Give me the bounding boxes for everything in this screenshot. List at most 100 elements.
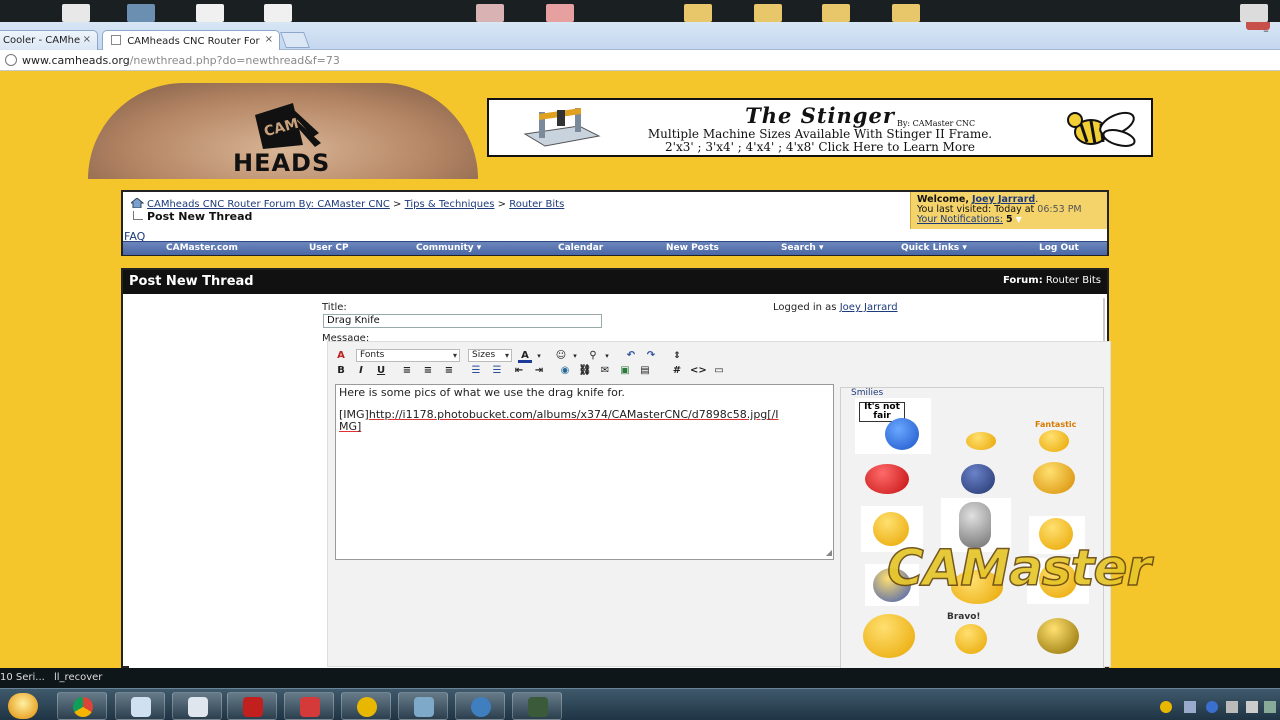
navbit-home-icon[interactable] <box>131 198 144 208</box>
unordered-list-icon[interactable]: ☰ <box>490 364 504 378</box>
taskbar-recorder[interactable] <box>455 692 505 720</box>
window-close-button[interactable] <box>1246 22 1270 30</box>
message-textarea[interactable]: Here is some pics of what we use the dra… <box>335 384 834 560</box>
chevron-down-icon[interactable]: ▾ <box>532 349 546 363</box>
desktop-label[interactable]: ll_recover <box>54 672 102 683</box>
chevron-down-icon[interactable]: ▾ <box>568 349 582 363</box>
resize-toggle-icon[interactable]: ⇕ <box>670 349 684 363</box>
wrap-code-icon[interactable]: # <box>670 364 684 378</box>
smiley-not-fair[interactable]: It's not fair <box>855 398 931 454</box>
tray-signal-icon[interactable] <box>1264 701 1276 713</box>
remove-link-icon[interactable]: ⛓ <box>578 364 592 378</box>
smiley-sleepy-icon[interactable] <box>966 432 996 450</box>
insert-image-icon[interactable]: ▣ <box>618 364 632 378</box>
smilies-panel: Smilies It's not fair Fantastic Bravo! <box>840 387 1104 668</box>
indent-icon[interactable]: ⇥ <box>532 364 546 378</box>
taskbar-camera[interactable] <box>512 692 562 720</box>
tray-flag-icon[interactable] <box>1226 701 1238 713</box>
tray-volume-icon[interactable] <box>1246 701 1258 713</box>
taskbar-app-yellow[interactable] <box>341 692 391 720</box>
taskbar-acrobat[interactable] <box>227 692 277 720</box>
size-select[interactable]: Sizes <box>468 349 512 362</box>
smiley-bug-icon[interactable] <box>1037 618 1079 654</box>
wrap-php-icon[interactable]: ▭ <box>712 364 726 378</box>
url-text[interactable]: www.camheads.org/newthread.php?do=newthr… <box>22 54 340 67</box>
taskbar-calculator[interactable] <box>172 692 222 720</box>
taskbar-explorer-window[interactable] <box>115 692 165 720</box>
italic-button[interactable]: I <box>354 364 368 378</box>
insert-video-icon[interactable]: ▤ <box>638 364 652 378</box>
nav-item-calendar[interactable]: Calendar <box>558 243 603 253</box>
attachment-icon[interactable]: ⚲ <box>586 349 600 363</box>
nav-item-new-posts[interactable]: New Posts <box>666 243 719 253</box>
camheads-logo[interactable]: CAM HEADS <box>88 83 478 179</box>
insert-link-icon[interactable]: ◉ <box>558 364 572 378</box>
nav-item-community[interactable]: Community ▾ <box>416 243 481 253</box>
tab-camheads[interactable]: CAMheads CNC Router For × <box>102 30 280 50</box>
url-host: www.camheads.org <box>22 54 130 67</box>
chevron-down-icon[interactable]: ▾ <box>600 349 614 363</box>
close-icon[interactable]: × <box>265 34 273 45</box>
notifications-link[interactable]: Your Notifications: <box>917 214 1003 225</box>
align-left-icon[interactable]: ≡ <box>400 364 414 378</box>
start-button[interactable] <box>8 693 38 719</box>
align-right-icon[interactable]: ≡ <box>442 364 456 378</box>
undo-icon[interactable]: ↶ <box>624 349 638 363</box>
text-color-icon[interactable]: A <box>518 349 532 363</box>
desktop-file-icon[interactable] <box>1240 4 1268 22</box>
desktop-folder-icon[interactable] <box>892 4 920 22</box>
tray-bluetooth-icon[interactable] <box>1206 701 1218 713</box>
nav-item-camaster[interactable]: CAMaster.com <box>166 243 238 253</box>
remove-formatting-icon[interactable]: A <box>334 349 348 363</box>
taskbar-image-viewer[interactable] <box>398 692 448 720</box>
insert-email-icon[interactable]: ✉ <box>598 364 612 378</box>
smiley-angry-icon[interactable] <box>865 464 909 494</box>
nav-item-quick-links[interactable]: Quick Links ▾ <box>901 243 967 253</box>
breadcrumb-forum-home[interactable]: CAMheads CNC Router Forum By: CAMaster C… <box>147 199 390 210</box>
desktop-document-icon[interactable] <box>264 4 292 22</box>
stinger-ad-banner[interactable]: The Stinger By: CAMaster CNC Multiple Ma… <box>487 98 1153 157</box>
nav-item-search[interactable]: Search ▾ <box>781 243 824 253</box>
taskbar-drawing[interactable] <box>284 692 334 720</box>
nav-item-log-out[interactable]: Log Out <box>1039 243 1079 253</box>
smilie-icon[interactable]: ☺ <box>554 349 568 363</box>
desktop-document-icon[interactable] <box>196 4 224 22</box>
outdent-icon[interactable]: ⇤ <box>512 364 526 378</box>
desktop-folder-icon[interactable] <box>684 4 712 22</box>
bold-button[interactable]: B <box>334 364 348 378</box>
breadcrumb-router-bits[interactable]: Router Bits <box>509 199 564 210</box>
tray-network-icon[interactable] <box>1184 701 1196 713</box>
breadcrumb-tips[interactable]: Tips & Techniques <box>405 199 495 210</box>
ordered-list-icon[interactable]: ☰ <box>469 364 483 378</box>
title-input[interactable]: Drag Knife <box>323 314 602 328</box>
resize-grip-icon[interactable]: ◢ <box>826 547 832 559</box>
desktop-drawing-icon[interactable] <box>546 4 574 22</box>
logged-in-user-link[interactable]: Joey Jarrard <box>840 302 898 313</box>
close-icon[interactable]: × <box>83 34 91 45</box>
desktop-label[interactable]: 10 Seri... <box>0 672 45 683</box>
desktop-folder-icon[interactable] <box>822 4 850 22</box>
nav-item-user-cp[interactable]: User CP <box>309 243 349 253</box>
taskbar-chrome[interactable] <box>57 692 107 720</box>
address-bar[interactable]: www.camheads.org/newthread.php?do=newthr… <box>0 50 1280 71</box>
smiley-boxing-icon[interactable] <box>1033 462 1075 494</box>
smiley-spam-icon[interactable] <box>961 464 995 494</box>
desktop-app-icon[interactable] <box>127 4 155 22</box>
page-info-icon[interactable] <box>5 54 17 66</box>
chrome-icon <box>73 697 93 717</box>
desktop-drawing-icon[interactable] <box>476 4 504 22</box>
redo-icon[interactable]: ↷ <box>644 349 658 363</box>
smiley-bravo[interactable]: Bravo! <box>941 612 1001 658</box>
underline-button[interactable]: U <box>374 364 388 378</box>
align-center-icon[interactable]: ≡ <box>421 364 435 378</box>
font-select[interactable]: Fonts <box>356 349 460 362</box>
wrap-html-icon[interactable]: <> <box>690 364 707 378</box>
tray-app-icon[interactable] <box>1160 701 1172 713</box>
desktop-folder-icon[interactable] <box>754 4 782 22</box>
smiley-fantastic[interactable]: Fantastic <box>1031 420 1079 454</box>
smiley-applause-icon[interactable] <box>863 614 915 658</box>
tab-cooler[interactable]: Cooler - CAMhe × <box>0 30 98 50</box>
chevron-down-icon[interactable]: ▼ <box>1016 215 1022 224</box>
desktop-file-icon[interactable] <box>62 4 90 22</box>
new-tab-button[interactable] <box>280 32 310 48</box>
